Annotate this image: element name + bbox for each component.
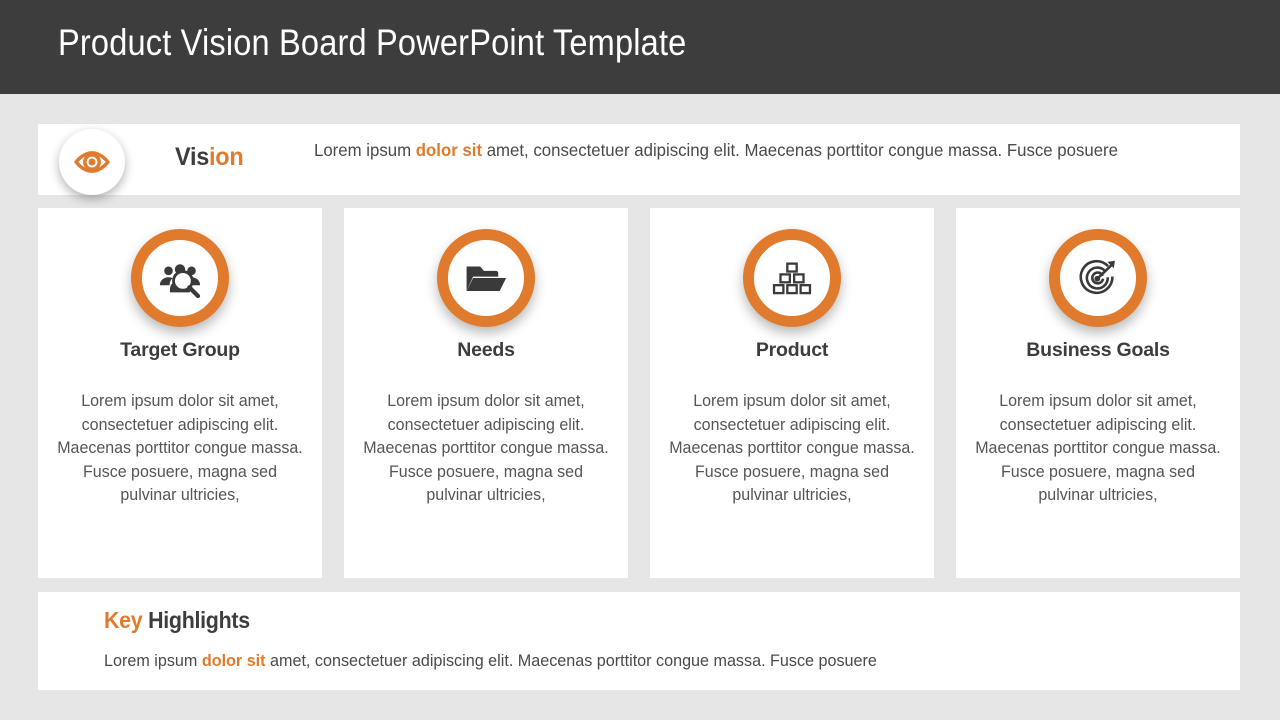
card-needs[interactable]: Needs Lorem ipsum dolor sit amet, consec… <box>344 208 628 578</box>
blocks-pyramid-icon <box>743 229 841 327</box>
page-title: Product Vision Board PowerPoint Template <box>58 22 687 63</box>
key-highlights-body-highlight: dolor sit <box>201 651 266 670</box>
card-title: Target Group <box>120 339 240 361</box>
vision-label-part2: ion <box>209 143 244 171</box>
card-business-goals[interactable]: Business Goals Lorem ipsum dolor sit ame… <box>956 208 1240 578</box>
vision-body-pre: Lorem ipsum <box>314 140 416 160</box>
key-highlights-body-text: Lorem ipsum dolor sit amet, consectetuer… <box>104 649 1111 673</box>
card-body-text: Lorem ipsum dolor sit amet, consectetuer… <box>57 392 303 504</box>
slide: Product Vision Board PowerPoint Template… <box>0 0 1280 720</box>
card-body-text: Lorem ipsum dolor sit amet, consectetuer… <box>363 392 609 504</box>
title-bar: Product Vision Board PowerPoint Template <box>0 0 1280 94</box>
vision-label: Vision <box>175 143 244 172</box>
cards-row: Target Group Lorem ipsum dolor sit amet,… <box>38 208 1240 578</box>
card-title: Product <box>755 339 829 361</box>
card-product[interactable]: Product Lorem ipsum dolor sit amet, cons… <box>650 208 934 578</box>
card-body-text: Lorem ipsum dolor sit amet, consectetuer… <box>669 392 915 504</box>
key-highlights-title: Key Highlights <box>104 607 250 634</box>
key-highlights-body-post: amet, consectetuer adipiscing elit. Maec… <box>265 651 877 670</box>
card-title: Business Goals <box>1026 339 1170 361</box>
card-title: Needs <box>457 339 515 361</box>
target-arrow-icon <box>1049 229 1147 327</box>
vision-body-post: amet, consectetuer adipiscing elit. Maec… <box>482 140 1118 160</box>
eye-icon <box>59 129 125 195</box>
vision-label-part1: Vis <box>175 143 210 171</box>
key-highlights-title-part2: Highlights <box>142 607 250 633</box>
card-body-text: Lorem ipsum dolor sit amet, consectetuer… <box>975 392 1221 504</box>
card-target-group[interactable]: Target Group Lorem ipsum dolor sit amet,… <box>38 208 322 578</box>
vision-body-text: Lorem ipsum dolor sit amet, consectetuer… <box>314 138 1159 163</box>
key-highlights-body-pre: Lorem ipsum <box>104 651 202 670</box>
target-group-icon <box>131 229 229 327</box>
folder-icon <box>437 229 535 327</box>
key-highlights-title-part1: Key <box>104 607 143 633</box>
vision-body-highlight: dolor sit <box>415 140 483 160</box>
